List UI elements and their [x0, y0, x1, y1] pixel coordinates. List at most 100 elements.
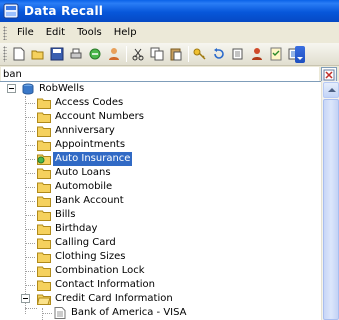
- copy-icon[interactable]: [148, 45, 166, 63]
- checklist-icon[interactable]: [267, 45, 285, 63]
- tree-item[interactable]: Clothing Sizes: [0, 250, 321, 264]
- tree-item[interactable]: Automobile: [0, 180, 321, 194]
- vertical-scrollbar[interactable]: [321, 81, 339, 320]
- window-title: Data Recall: [24, 4, 104, 18]
- tree-item-label: Access Codes: [55, 97, 124, 108]
- tree-item[interactable]: Calling Card: [0, 236, 321, 250]
- tree-connector: [25, 103, 35, 104]
- tree-item[interactable]: Access Codes: [0, 96, 321, 110]
- tree-item[interactable]: Birthday: [0, 222, 321, 236]
- user-icon[interactable]: [105, 45, 123, 63]
- key-icon[interactable]: [191, 45, 209, 63]
- folder-icon: [37, 266, 51, 277]
- tree-item-selected[interactable]: Auto Insurance: [0, 152, 321, 166]
- tree-root-label: RobWells: [39, 83, 85, 94]
- record-tree: RobWells Access Codes Account Numbers An…: [0, 81, 321, 320]
- copy-record-icon[interactable]: [229, 45, 247, 63]
- tree-item-label: Anniversary: [55, 125, 115, 136]
- folder-icon: [37, 280, 51, 291]
- tree-item-label: Clothing Sizes: [55, 251, 126, 262]
- tree-item-expanded[interactable]: Credit Card Information: [0, 292, 321, 306]
- database-icon: [22, 83, 34, 95]
- clear-search-icon: [323, 69, 335, 80]
- cut-icon[interactable]: [129, 45, 147, 63]
- title-bar[interactable]: Data Recall: [0, 0, 339, 22]
- clear-search-button[interactable]: [321, 67, 337, 82]
- menu-edit[interactable]: Edit: [40, 23, 71, 42]
- user-group-icon[interactable]: [248, 45, 266, 63]
- open-folder-icon[interactable]: [29, 45, 47, 63]
- tree-item-label: Contact Information: [55, 279, 155, 290]
- new-file-icon[interactable]: [10, 45, 28, 63]
- menu-grip: [3, 25, 7, 40]
- app-logo-icon: [3, 3, 19, 19]
- folder-open-icon: [37, 154, 51, 165]
- app-window: Data Recall File Edit Tools Help ban Rob…: [0, 0, 339, 320]
- tree-item-label: Appointments: [55, 139, 126, 150]
- tree-item[interactable]: Combination Lock: [0, 264, 321, 278]
- tree-connector: [25, 229, 35, 230]
- tree-subitem[interactable]: Bank of America - VISA: [0, 306, 321, 320]
- tree-item-label: Auto Insurance: [53, 152, 133, 166]
- folder-icon: [37, 112, 51, 123]
- tree-item[interactable]: Bank Account: [0, 194, 321, 208]
- tree-item-label: Birthday: [55, 223, 98, 234]
- toolbar-overflow-button[interactable]: [295, 46, 305, 63]
- folder-icon: [37, 126, 51, 137]
- tree-item[interactable]: Auto Loans: [0, 166, 321, 180]
- scroll-thumb[interactable]: [323, 99, 339, 320]
- tree-item[interactable]: Anniversary: [0, 124, 321, 138]
- tree-connector: [42, 313, 52, 314]
- search-row: [0, 67, 339, 82]
- tree-connector: [25, 131, 35, 132]
- menu-help[interactable]: Help: [108, 23, 143, 42]
- folder-open-icon: [37, 294, 51, 305]
- tree-connector: [25, 243, 35, 244]
- menu-file[interactable]: File: [11, 23, 40, 42]
- folder-icon: [37, 238, 51, 249]
- collapse-toggle[interactable]: [7, 84, 16, 93]
- undo-icon[interactable]: [210, 45, 228, 63]
- tree-item[interactable]: Contact Information: [0, 278, 321, 292]
- tree-root[interactable]: RobWells: [0, 82, 321, 96]
- tree-connector: [25, 201, 35, 202]
- tree-item[interactable]: Appointments: [0, 138, 321, 152]
- tree-item-label: Account Numbers: [55, 111, 144, 122]
- tree-item[interactable]: Account Numbers: [0, 110, 321, 124]
- menu-bar: File Edit Tools Help: [0, 22, 339, 43]
- toolbar-separator: [126, 46, 127, 62]
- toolbar-separator: [188, 46, 189, 62]
- document-icon: [54, 307, 66, 319]
- folder-icon: [37, 196, 51, 207]
- tree-item-label: Calling Card: [55, 237, 116, 248]
- save-icon[interactable]: [48, 45, 66, 63]
- tree-item-label: Auto Loans: [55, 167, 111, 178]
- folder-icon: [37, 252, 51, 263]
- tree-connector: [25, 285, 35, 286]
- folder-icon: [37, 168, 51, 179]
- tree-subitem-label: Bank of America - VISA: [71, 307, 187, 318]
- paste-icon[interactable]: [167, 45, 185, 63]
- folder-icon: [37, 224, 51, 235]
- sync-icon[interactable]: [86, 45, 104, 63]
- folder-icon: [37, 98, 51, 109]
- collapse-toggle[interactable]: [21, 294, 30, 303]
- print-icon[interactable]: [67, 45, 85, 63]
- tree-connector: [25, 173, 35, 174]
- tree-item-label: Combination Lock: [55, 265, 145, 276]
- toolbar-grip: [3, 46, 7, 62]
- tree-connector: [25, 145, 35, 146]
- scroll-up-button[interactable]: [323, 82, 339, 98]
- folder-icon: [37, 210, 51, 221]
- tree-connector: [25, 117, 35, 118]
- tree-item-label: Bank Account: [55, 195, 124, 206]
- folder-icon: [37, 140, 51, 151]
- tree-item-label: Credit Card Information: [55, 293, 173, 304]
- tree-connector: [25, 271, 35, 272]
- menu-tools[interactable]: Tools: [71, 23, 108, 42]
- tree-item-label: Bills: [55, 209, 76, 220]
- tree-connector: [25, 159, 35, 160]
- tree-item[interactable]: Bills: [0, 208, 321, 222]
- tree-connector: [25, 215, 35, 216]
- search-input[interactable]: [1, 67, 319, 81]
